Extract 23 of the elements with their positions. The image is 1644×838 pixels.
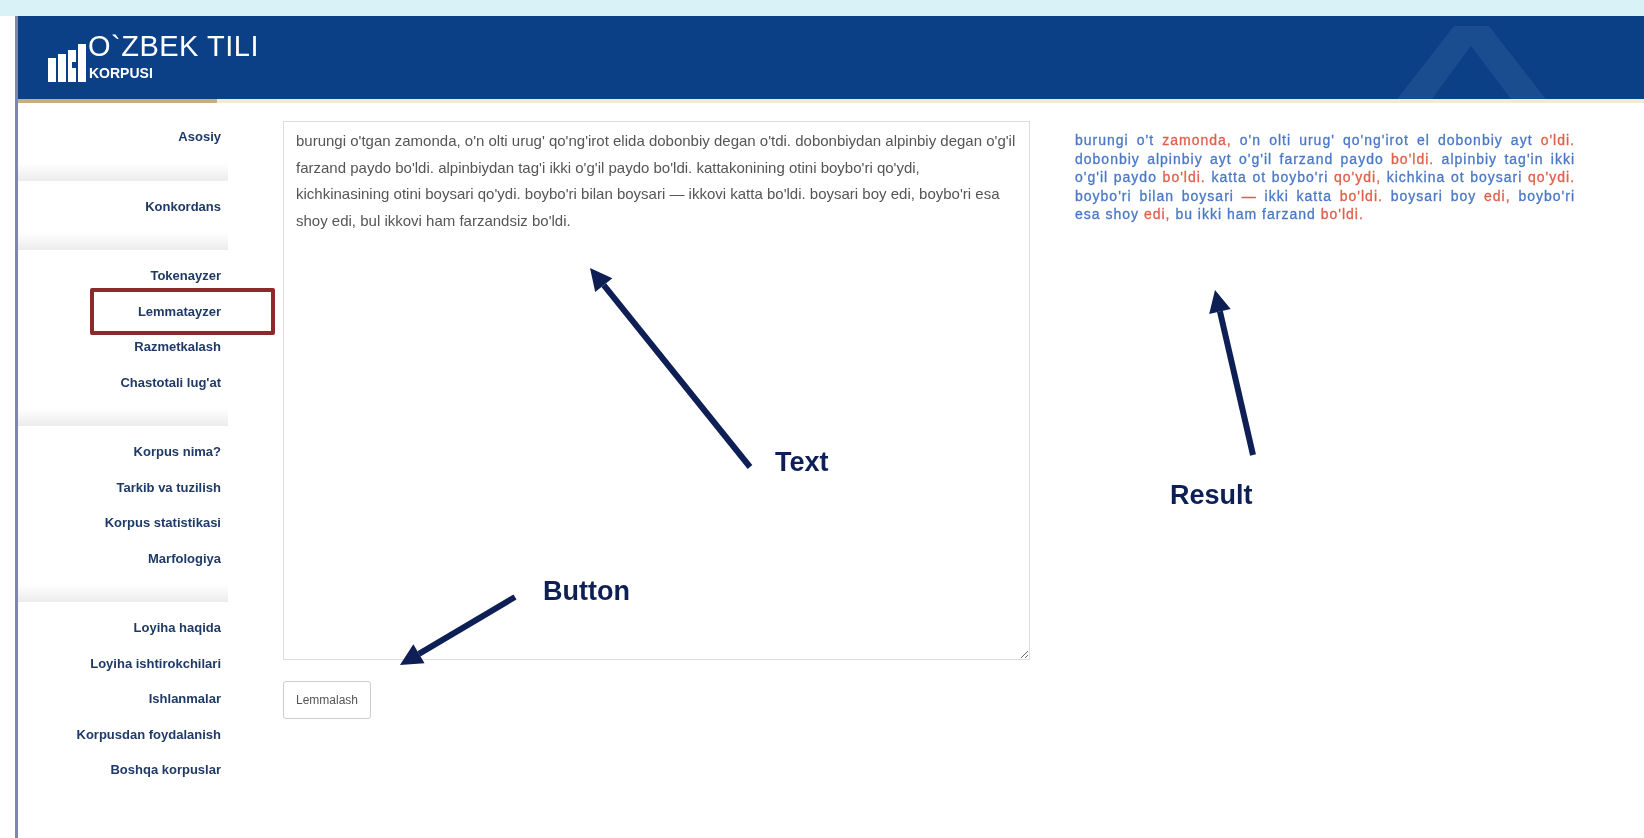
sidebar-link[interactable]: Razmetkalash (134, 339, 221, 354)
site-title: O`ZBEK TILI (88, 30, 259, 62)
sidebar-link[interactable]: Boshqa korpuslar (110, 762, 221, 777)
sidebar-link[interactable]: Loyiha haqida (133, 620, 221, 635)
site-subtitle: KORPUSI (89, 65, 153, 81)
sidebar-link[interactable]: Marfologiya (148, 550, 221, 566)
annotation-label: Result (1170, 480, 1253, 510)
annotation-label: Text (775, 447, 829, 477)
logo-icon (48, 44, 86, 82)
sidebar-link[interactable]: Korpus nima? (133, 444, 221, 459)
sidebar-link[interactable]: Loyiha ishtirokchilari (90, 655, 221, 671)
lemmatize-button[interactable]: Lemmalash (283, 681, 372, 719)
sidebar-link[interactable]: Tokenayzer (150, 268, 221, 283)
sidebar-link[interactable]: Tarkib va tuzilish (116, 479, 221, 495)
sidebar-link[interactable]: Asosiy (178, 129, 221, 144)
sidebar-link[interactable]: Korpus statistikasi (104, 515, 221, 530)
sidebar-link[interactable]: Lemmatayzer (137, 303, 221, 319)
sidebar-link[interactable]: Korpusdan foydalanish (76, 726, 221, 742)
result-text: burungi o't zamonda, o'n olti urug' qo'ng'irot el dobonbiy ayt o'ldi. dobonbiy alpinbiy ayt o'g'il farzand paydo bo'ldi. alpinbiy tag'in ikki o'g'il paydo bo'ldi. katta ot boybo'ri qo'ydi, kichkina ot boysari qo'ydi. boybo'ri bilan boysari — ikki katta bo'ldi. boysari boy edi, boybo'ri esa shoy edi, bu ikki ham farzand bo'ldi. (1075, 131, 1575, 224)
annotation-label: Button (543, 576, 630, 606)
sidebar-link[interactable]: Chastotali lug'at (120, 374, 221, 390)
sidebar-link[interactable]: Konkordans (145, 198, 221, 214)
sidebar-link[interactable]: Ishlanmalar (148, 691, 221, 706)
